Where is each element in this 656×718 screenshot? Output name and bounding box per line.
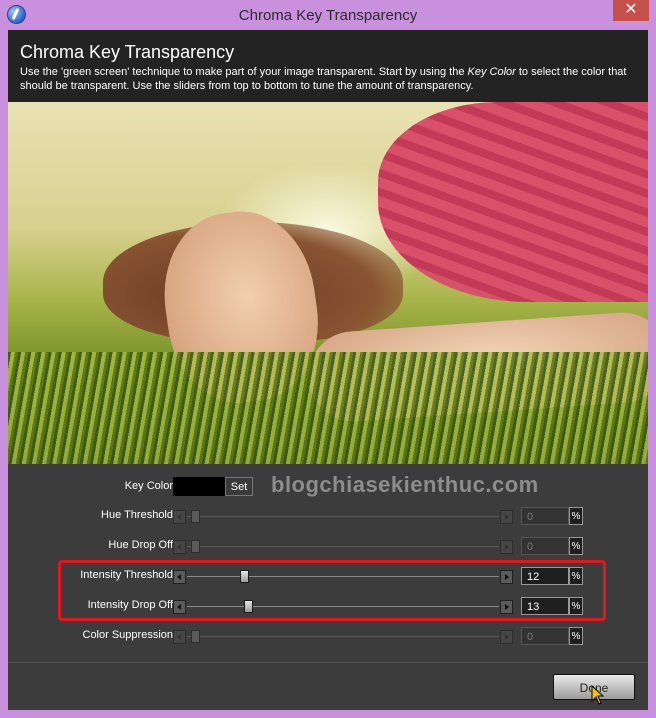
slider-track[interactable] (187, 516, 499, 517)
hue-drop-off-label: Hue Drop Off (108, 539, 173, 551)
slider-right-arrow[interactable] (500, 540, 513, 554)
desc-key-color: Key Color (467, 66, 516, 78)
highlight-box (58, 560, 606, 621)
hue-drop-off-input[interactable]: 0 (521, 537, 569, 555)
slider-thumb[interactable] (190, 630, 200, 643)
slider-right-arrow[interactable] (500, 630, 513, 644)
header-title: Chroma Key Transparency (20, 42, 235, 62)
color-suppression-input[interactable]: 0 (521, 627, 569, 645)
preview-shirt (378, 102, 648, 302)
color-suppression-label: Color Suppression (82, 629, 174, 641)
hue-threshold-label: Hue Threshold (101, 509, 173, 521)
desc-part-1: Use the 'green screen' technique to make… (20, 66, 468, 78)
slider-track[interactable] (187, 546, 499, 547)
dialog-client: Chroma Key Transparency Use the 'green s… (8, 30, 648, 710)
dialog-footer: Done (8, 663, 648, 710)
header-description: Use the 'green screen' technique to make… (20, 65, 640, 93)
slider-left-arrow[interactable] (173, 630, 186, 644)
slider-left-arrow[interactable] (173, 540, 186, 554)
title-bar[interactable]: Chroma Key Transparency ✕ (0, 0, 656, 30)
window-title: Chroma Key Transparency (238, 7, 418, 24)
percent-unit: % (569, 507, 583, 525)
percent-unit: % (569, 627, 583, 645)
percent-unit: % (569, 537, 583, 555)
color-suppression-row: Color Suppression 0 % (8, 624, 648, 648)
close-button[interactable]: ✕ (613, 0, 649, 21)
controls-panel: Key Color Set blogchiasekienthuc.com Hue… (8, 464, 648, 664)
slider-track[interactable] (187, 636, 499, 637)
slider-right-arrow[interactable] (500, 510, 513, 524)
hue-threshold-row: Hue Threshold 0 % (8, 504, 648, 528)
image-preview (8, 102, 648, 464)
watermark: blogchiasekienthuc.com (271, 472, 539, 497)
key-color-swatch[interactable] (173, 477, 225, 496)
preview-grass (8, 352, 648, 464)
slider-thumb[interactable] (190, 540, 200, 553)
key-color-label: Key Color (124, 480, 173, 492)
mouse-cursor-icon (591, 685, 605, 705)
hue-drop-off-slider[interactable] (173, 540, 513, 554)
hue-threshold-slider[interactable] (173, 510, 513, 524)
dialog-header: Chroma Key Transparency Use the 'green s… (8, 30, 648, 102)
color-suppression-slider[interactable] (173, 630, 513, 644)
dialog-window: Chroma Key Transparency ✕ Chroma Key Tra… (0, 0, 656, 718)
key-color-row: Key Color Set blogchiasekienthuc.com (8, 472, 648, 499)
slider-left-arrow[interactable] (173, 510, 186, 524)
set-key-color-button[interactable]: Set (225, 477, 253, 496)
slider-thumb[interactable] (190, 510, 200, 523)
hue-drop-off-row: Hue Drop Off 0 % (8, 534, 648, 558)
hue-threshold-input[interactable]: 0 (521, 507, 569, 525)
